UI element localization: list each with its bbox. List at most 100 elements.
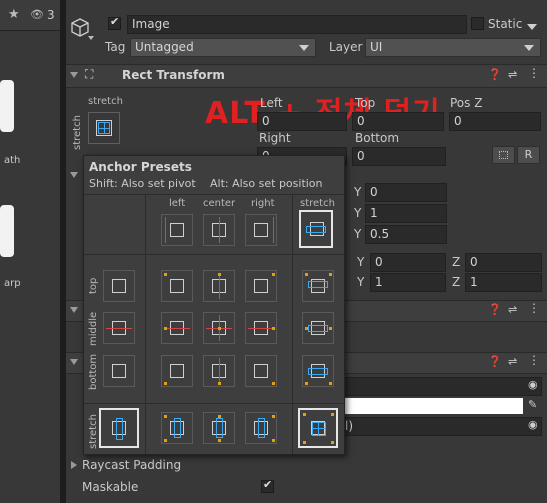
preset-top-center[interactable] [203,270,235,302]
color-field[interactable] [340,398,523,414]
foldout-arrow[interactable] [70,172,78,178]
active-checkbox[interactable]: ✔ [108,15,121,30]
preset-left-none[interactable] [161,214,193,246]
scale-z-field[interactable]: 1 [465,273,542,292]
preset-icon[interactable]: ⇌ [508,303,517,316]
left-field[interactable]: 0 [257,112,347,131]
anchor-preset-button[interactable] [88,112,120,144]
column-label-left: left [169,198,186,209]
static-label: Static [488,17,523,31]
preset-stretch-center[interactable] [203,412,235,444]
anchor-y2-field[interactable]: 0.5 [365,225,447,244]
preset-center-none[interactable] [203,214,235,246]
preset-none-bottom[interactable] [103,355,135,387]
raw-edit-button[interactable]: R [517,146,540,164]
anchor-y1-label: Y [354,206,362,220]
preset-top-right[interactable] [245,270,277,302]
more-menu-icon[interactable]: ⋮ [528,301,540,315]
posz-label: Pos Z [450,96,483,110]
row-label-top: top [88,277,99,294]
preset-none-middle[interactable] [103,312,135,344]
foldout-arrow[interactable] [70,359,78,365]
star-icon[interactable]: ★ [8,7,20,22]
object-picker-icon[interactable]: ◉ [528,418,538,431]
rotation-z-field[interactable]: 0 [465,253,542,272]
help-icon[interactable]: ❓ [488,355,502,368]
chevron-down-icon [299,45,309,51]
preset-none-top[interactable] [103,270,135,302]
preset-middle-right[interactable] [245,312,277,344]
preset-bottom-stretch[interactable] [302,355,334,387]
visibility-icon[interactable]: 👁 [30,8,44,21]
divider [84,403,344,404]
top-field[interactable]: 0 [352,112,444,131]
preset-middle-center[interactable] [203,312,235,344]
scale-y-label: Y [357,275,365,289]
more-menu-icon[interactable]: ⋮ [528,353,540,367]
layer-value: UI [370,40,383,54]
preset-icon[interactable]: ⇌ [508,355,517,368]
preset-top-left[interactable] [161,270,193,302]
object-picker-icon[interactable]: ◉ [528,378,538,391]
chevron-down-icon [524,45,534,51]
anchor-mode-vertical-label: stretch [72,115,83,150]
rotation-z-label: Z [452,255,461,269]
posz-field[interactable]: 0 [449,112,541,131]
scale-y-field[interactable]: 1 [370,273,446,292]
pivot-y-field[interactable]: 0 [365,183,447,202]
foldout-arrow[interactable] [70,307,78,313]
asset-thumbnail[interactable] [0,205,14,257]
preset-right-none[interactable] [245,214,277,246]
asset-thumbnail[interactable] [0,80,14,132]
more-menu-icon[interactable]: ⋮ [528,66,540,80]
anchor-y2-label: Y [354,227,362,241]
pivot-y-label: Y [354,185,362,199]
eyedropper-icon[interactable]: ✎ [528,398,537,411]
maskable-checkbox[interactable]: ✔ [261,478,274,493]
preset-middle-left[interactable] [161,312,193,344]
rotation-y-label: Y [357,255,365,269]
help-icon[interactable]: ❓ [488,68,502,81]
preset-stretch-stretch[interactable] [298,408,338,448]
foldout-arrow[interactable] [71,461,77,469]
preset-bottom-left[interactable] [161,355,193,387]
raycast-padding-label: Raycast Padding [82,458,182,472]
right-label: Right [259,131,291,145]
layer-label: Layer [329,40,363,54]
material-field[interactable]: l) [340,417,542,436]
bottom-field[interactable]: 0 [352,147,446,166]
blueprint-mode-button[interactable] [492,146,515,164]
row-label-middle: middle [88,311,99,346]
preset-middle-stretch[interactable] [302,312,334,344]
anchor-y1-field[interactable]: 1 [365,204,447,223]
layer-dropdown[interactable]: UI [365,38,541,57]
preset-none-stretch[interactable] [99,408,139,448]
shift-hint: Shift: Also set pivot [89,177,196,190]
hierarchy-toolbar: ★ 👁 3 [0,0,60,31]
row-label-stretch: stretch [88,414,99,449]
preset-top-stretch[interactable] [302,270,334,302]
object-name-field[interactable]: Image [127,15,467,34]
source-image-field[interactable] [340,377,542,396]
icon-dropdown-arrow[interactable] [88,36,94,40]
preset-bottom-right[interactable] [245,355,277,387]
preset-stretch-none[interactable] [299,210,333,248]
tag-dropdown[interactable]: Untagged [130,38,316,57]
anchor-mode-label: stretch [88,96,123,107]
bottom-label: Bottom [355,131,400,145]
left-label: Left [260,96,283,110]
asset-label: arp [4,278,21,289]
preset-stretch-left[interactable] [161,412,193,444]
maskable-label: Maskable [82,480,139,494]
static-checkbox[interactable] [471,17,484,30]
foldout-arrow[interactable] [70,72,78,78]
preset-stretch-right[interactable] [245,412,277,444]
preset-bottom-center[interactable] [203,355,235,387]
row-label-bottom: bottom [88,353,99,390]
top-label: Top [355,96,376,110]
scale-z-label: Z [452,275,461,289]
rotation-y-field[interactable]: 0 [370,253,446,272]
help-icon[interactable]: ❓ [488,303,502,316]
static-dropdown-arrow[interactable] [527,24,537,30]
preset-icon[interactable]: ⇌ [508,68,517,81]
